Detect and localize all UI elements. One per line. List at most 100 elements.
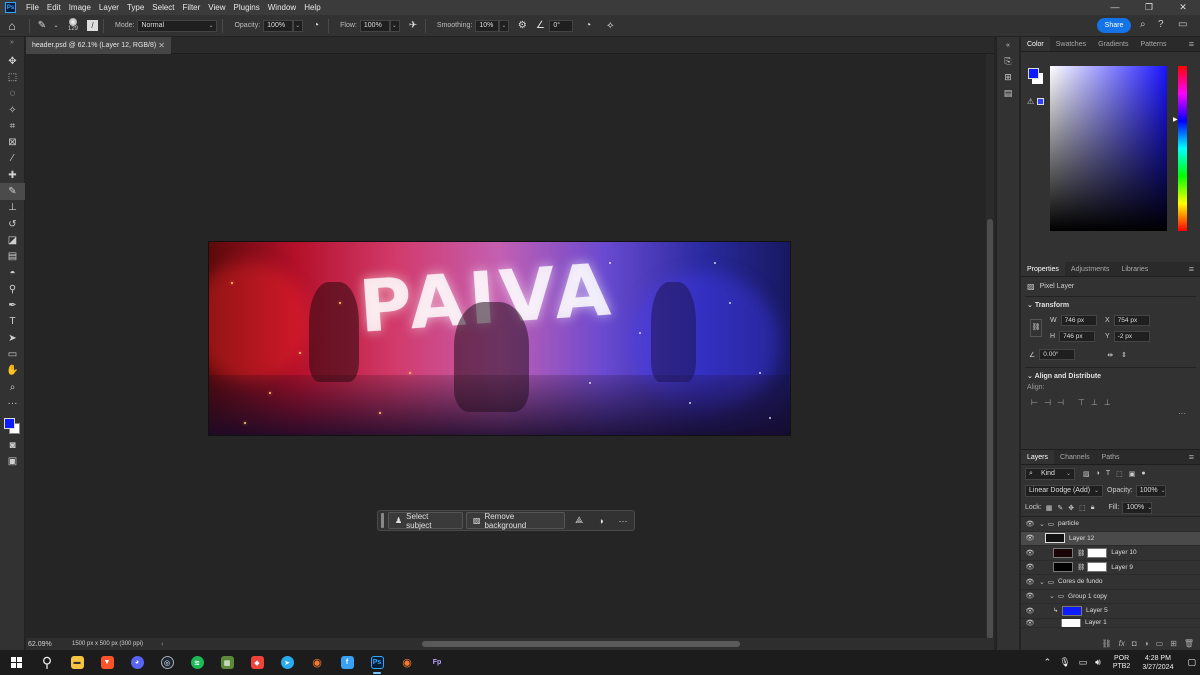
share-button[interactable]: Share bbox=[1097, 18, 1131, 33]
layer-row[interactable]: 👁︎ ⌄ ▭ Cores de fundo bbox=[1021, 575, 1200, 590]
eraser-tool-icon[interactable]: ◪ bbox=[0, 232, 25, 248]
layer-row[interactable]: 👁︎ Layer 1 bbox=[1021, 618, 1200, 628]
photoshop-taskbar-icon[interactable]: Ps bbox=[362, 650, 392, 675]
warning-icon[interactable]: ⚠ bbox=[1027, 97, 1034, 106]
hue-slider-handle-icon[interactable]: ▶ bbox=[1173, 116, 1178, 123]
frame-tool-icon[interactable]: ⊠ bbox=[0, 134, 25, 150]
menu-plugins[interactable]: Plugins bbox=[230, 0, 264, 15]
comment-icon[interactable]: ▤ bbox=[997, 85, 1019, 101]
lock-artboard-icon[interactable]: ⬚ bbox=[1079, 504, 1086, 512]
lock-transparent-icon[interactable]: ▦ bbox=[1046, 504, 1053, 512]
chevron-down-icon[interactable]: ⌄ bbox=[49, 19, 63, 33]
align-center-h-icon[interactable]: ⊣ bbox=[1044, 398, 1051, 407]
brush-settings-icon[interactable]: / bbox=[87, 20, 98, 31]
move-tool-icon[interactable]: ✥ bbox=[0, 53, 25, 69]
crop-tool-icon[interactable]: ⌗ bbox=[0, 118, 25, 134]
x-input[interactable]: 754 px bbox=[1113, 315, 1150, 326]
brush-preset-picker[interactable]: 129 bbox=[63, 16, 83, 36]
filmorapro-icon[interactable]: Fp bbox=[422, 650, 452, 675]
layer-row-selected[interactable]: 👁︎ Layer 12 bbox=[1021, 531, 1200, 546]
eye-icon[interactable]: 👁︎ bbox=[1021, 520, 1039, 528]
zoom-tool-icon[interactable]: ⌕ bbox=[0, 379, 25, 395]
quick-mask-icon[interactable]: ◙ bbox=[0, 438, 25, 454]
tab-gradients[interactable]: Gradients bbox=[1092, 37, 1134, 51]
menu-window[interactable]: Window bbox=[264, 0, 300, 15]
lock-position-icon[interactable]: ✥ bbox=[1068, 504, 1074, 512]
magic-wand-tool-icon[interactable]: ✧ bbox=[0, 102, 25, 118]
layer-row[interactable]: 👁︎ ⛓ Layer 9 bbox=[1021, 561, 1200, 575]
eye-icon[interactable]: 👁︎ bbox=[1021, 563, 1039, 571]
microphone-icon[interactable]: 🎙︎ bbox=[1059, 657, 1070, 668]
chevron-down-icon[interactable]: ⌄ bbox=[1039, 520, 1045, 528]
layer-row[interactable]: 👁︎ ⛓ Layer 10 bbox=[1021, 546, 1200, 561]
menu-layer[interactable]: Layer bbox=[95, 0, 123, 15]
minimize-button[interactable]: — bbox=[1098, 0, 1132, 15]
eye-icon[interactable]: 👁︎ bbox=[1021, 578, 1039, 586]
flow-dropdown[interactable]: ⌄ bbox=[389, 19, 400, 32]
document-info[interactable]: 1500 px x 500 px (300 ppi) bbox=[72, 641, 143, 647]
help-icon[interactable]: ? bbox=[1158, 19, 1164, 30]
eye-icon[interactable]: 👁︎ bbox=[1021, 607, 1039, 615]
angle-input[interactable]: 0° bbox=[549, 19, 574, 32]
document-tab[interactable]: header.psd @ 62.1% (Layer 12, RGB/8) ✕ bbox=[26, 37, 171, 54]
lock-image-icon[interactable]: ✎ bbox=[1057, 504, 1063, 512]
chevron-up-icon[interactable]: ⌃ bbox=[1044, 657, 1052, 668]
volume-icon[interactable]: 🔊︎ bbox=[1095, 657, 1101, 668]
tab-color[interactable]: Color bbox=[1021, 37, 1050, 51]
angle-input[interactable]: 0.00° bbox=[1039, 349, 1076, 360]
history-brush-tool-icon[interactable]: ↺ bbox=[0, 216, 25, 232]
link-icon[interactable]: ⛓ bbox=[1030, 319, 1042, 337]
color-field[interactable] bbox=[1050, 66, 1167, 231]
add-mask-icon[interactable]: ◘ bbox=[1132, 639, 1137, 648]
new-adjustment-icon[interactable]: ◑ bbox=[1144, 639, 1149, 648]
eye-icon[interactable]: 👁︎ bbox=[1021, 619, 1039, 627]
type-tool-icon[interactable]: T bbox=[0, 314, 25, 330]
tab-libraries[interactable]: Libraries bbox=[1115, 262, 1154, 276]
flip-horizontal-icon[interactable]: ⇹ bbox=[1107, 351, 1113, 359]
tab-layers[interactable]: Layers bbox=[1021, 450, 1055, 464]
eye-icon[interactable]: 👁︎ bbox=[1021, 592, 1039, 600]
layer-opacity-input[interactable]: 100% ⌄ bbox=[1135, 484, 1166, 497]
lasso-tool-icon[interactable]: ◌ bbox=[0, 86, 25, 102]
filter-adjustment-icon[interactable]: ◑ bbox=[1096, 470, 1100, 477]
menu-edit[interactable]: Edit bbox=[43, 0, 65, 15]
color-swatches[interactable] bbox=[0, 412, 24, 438]
new-group-icon[interactable]: ▭ bbox=[1156, 639, 1164, 648]
opacity-input[interactable]: 100% bbox=[263, 19, 294, 32]
menu-help[interactable]: Help bbox=[300, 0, 324, 15]
artwork-image[interactable]: PAIVA bbox=[208, 241, 791, 436]
fill-input[interactable]: 100% ⌄ bbox=[1122, 501, 1153, 514]
menu-file[interactable]: File bbox=[22, 0, 43, 15]
steam-icon[interactable]: ◎ bbox=[152, 650, 182, 675]
tab-paths[interactable]: Paths bbox=[1096, 450, 1126, 464]
network-icon[interactable]: ▭ bbox=[1079, 657, 1088, 668]
marquee-tool-icon[interactable]: ⬚ bbox=[0, 69, 25, 85]
collapse-icon[interactable]: « bbox=[997, 37, 1019, 53]
layer-row[interactable]: 👁︎ ⌄ ▭ Group 1 copy bbox=[1021, 590, 1200, 604]
filter-type-icon[interactable]: T bbox=[1106, 470, 1110, 477]
transform-icon[interactable]: ⟁ bbox=[568, 515, 590, 526]
blender-icon[interactable]: ◉ bbox=[392, 650, 422, 675]
more-options-icon[interactable]: ··· bbox=[1021, 409, 1200, 418]
chevron-down-icon[interactable]: ⌄ bbox=[1049, 592, 1055, 600]
new-layer-icon[interactable]: ⊞ bbox=[1170, 639, 1177, 648]
canvas-area[interactable]: PAIVA bbox=[26, 54, 986, 638]
notification-icon[interactable]: ▢ bbox=[1187, 657, 1196, 668]
flip-vertical-icon[interactable]: ⇕ bbox=[1121, 351, 1127, 359]
menu-type[interactable]: Type bbox=[123, 0, 148, 15]
pressure-size-icon[interactable]: ◔ bbox=[581, 19, 595, 33]
vertical-scrollbar[interactable] bbox=[986, 54, 994, 639]
menu-select[interactable]: Select bbox=[148, 0, 178, 15]
align-left-icon[interactable]: ⊢ bbox=[1031, 398, 1038, 407]
tab-properties[interactable]: Properties bbox=[1021, 262, 1065, 276]
zoom-level[interactable]: 62.09% bbox=[26, 641, 66, 648]
remove-background-button[interactable]: ▨ Remove background bbox=[465, 512, 566, 530]
align-middle-v-icon[interactable]: ⊥ bbox=[1091, 398, 1098, 407]
delete-layer-icon[interactable]: 🗑︎ bbox=[1184, 639, 1194, 648]
align-top-icon[interactable]: ⊤ bbox=[1078, 398, 1085, 407]
foreground-color-swatch[interactable] bbox=[4, 417, 15, 429]
panel-menu-icon[interactable]: ≡ bbox=[1189, 450, 1200, 464]
collapse-icon[interactable]: » bbox=[0, 37, 24, 53]
eyedropper-tool-icon[interactable]: ⁄ bbox=[0, 151, 25, 167]
align-heading[interactable]: ⌄ Align and Distribute bbox=[1021, 368, 1200, 384]
